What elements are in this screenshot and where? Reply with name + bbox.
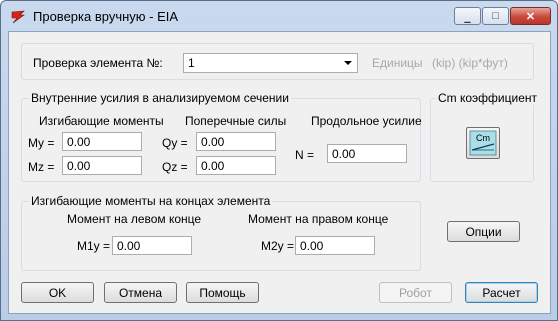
units-label: Единицы [372,56,423,70]
help-button[interactable]: Помощь [186,282,259,303]
element-number-select[interactable]: 1 [183,53,358,73]
dialog-window: Проверка вручную - EIA ▁ □ ✕ Проверка эл… [0,0,558,321]
m2y-input[interactable] [295,236,375,255]
mz-label: Mz = [28,160,55,174]
chevron-down-icon [344,61,352,65]
m2y-label: M2y = [261,239,295,253]
cm-coefficient-icon: Cm [469,130,497,156]
options-button[interactable]: Опции [447,221,520,242]
cm-coefficient-button[interactable]: Cm [466,127,500,159]
dialog-client-area: Проверка элемента №: 1 Единицы (kip) (ki… [8,31,551,314]
robot-button[interactable]: Робот [379,282,452,303]
ok-button-label: OK [48,285,67,300]
ok-button[interactable]: OK [21,282,94,303]
element-number-label: Проверка элемента №: [33,56,163,70]
end-moments-group: Изгибающие моменты на концах элемента Мо… [21,194,421,271]
options-button-label: Опции [465,224,502,239]
calculate-button-label: Расчет [482,285,521,300]
my-label: My = [28,136,55,150]
close-button[interactable]: ✕ [510,7,551,25]
n-label: N = [295,148,315,162]
qz-input[interactable] [196,156,276,175]
cm-icon-text: Cm [476,133,490,143]
bending-moments-heading: Изгибающие моменты [39,114,164,128]
end-moments-legend: Изгибающие моменты на концах элемента [29,194,273,208]
right-end-moment-heading: Момент на правом конце [248,212,389,226]
left-end-moment-heading: Момент на левом конце [67,212,202,226]
element-selection-group: Проверка элемента №: 1 Единицы (kip) (ki… [21,43,534,80]
minimize-icon: ▁ [464,13,471,23]
qy-input[interactable] [196,132,276,151]
eia-app-icon [11,10,25,24]
cancel-button-label: Отмена [118,285,163,300]
m1y-input[interactable] [112,236,192,255]
qy-label: Qy = [162,136,188,150]
calculate-button[interactable]: Расчет [465,282,538,303]
help-button-label: Помощь [199,285,246,300]
maximize-icon: □ [492,10,499,22]
mz-input[interactable] [62,156,142,175]
close-icon: ✕ [525,10,536,23]
qz-label: Qz = [162,160,188,174]
internal-forces-legend: Внутренние усилия в анализируемом сечени… [29,91,291,105]
title-bar[interactable]: Проверка вручную - EIA ▁ □ ✕ [1,1,557,31]
cm-coefficient-legend: Cm коэффициент [436,91,539,105]
robot-button-label: Робот [399,285,432,300]
maximize-button[interactable]: □ [482,7,509,25]
shear-forces-heading: Поперечные силы [185,114,287,128]
minimize-button[interactable]: ▁ [454,7,481,25]
window-title: Проверка вручную - EIA [33,9,179,24]
n-input[interactable] [327,144,407,163]
axial-force-heading: Продольное усилие [311,114,422,128]
m1y-label: M1y = [77,239,111,253]
cm-coefficient-group: Cm коэффициент Cm [430,91,539,182]
element-number-value: 1 [188,56,195,70]
cancel-button[interactable]: Отмена [104,282,177,303]
my-input[interactable] [62,132,142,151]
internal-forces-group: Внутренние усилия в анализируемом сечени… [21,91,422,182]
units-value: (kip) (kip*фут) [432,56,508,70]
